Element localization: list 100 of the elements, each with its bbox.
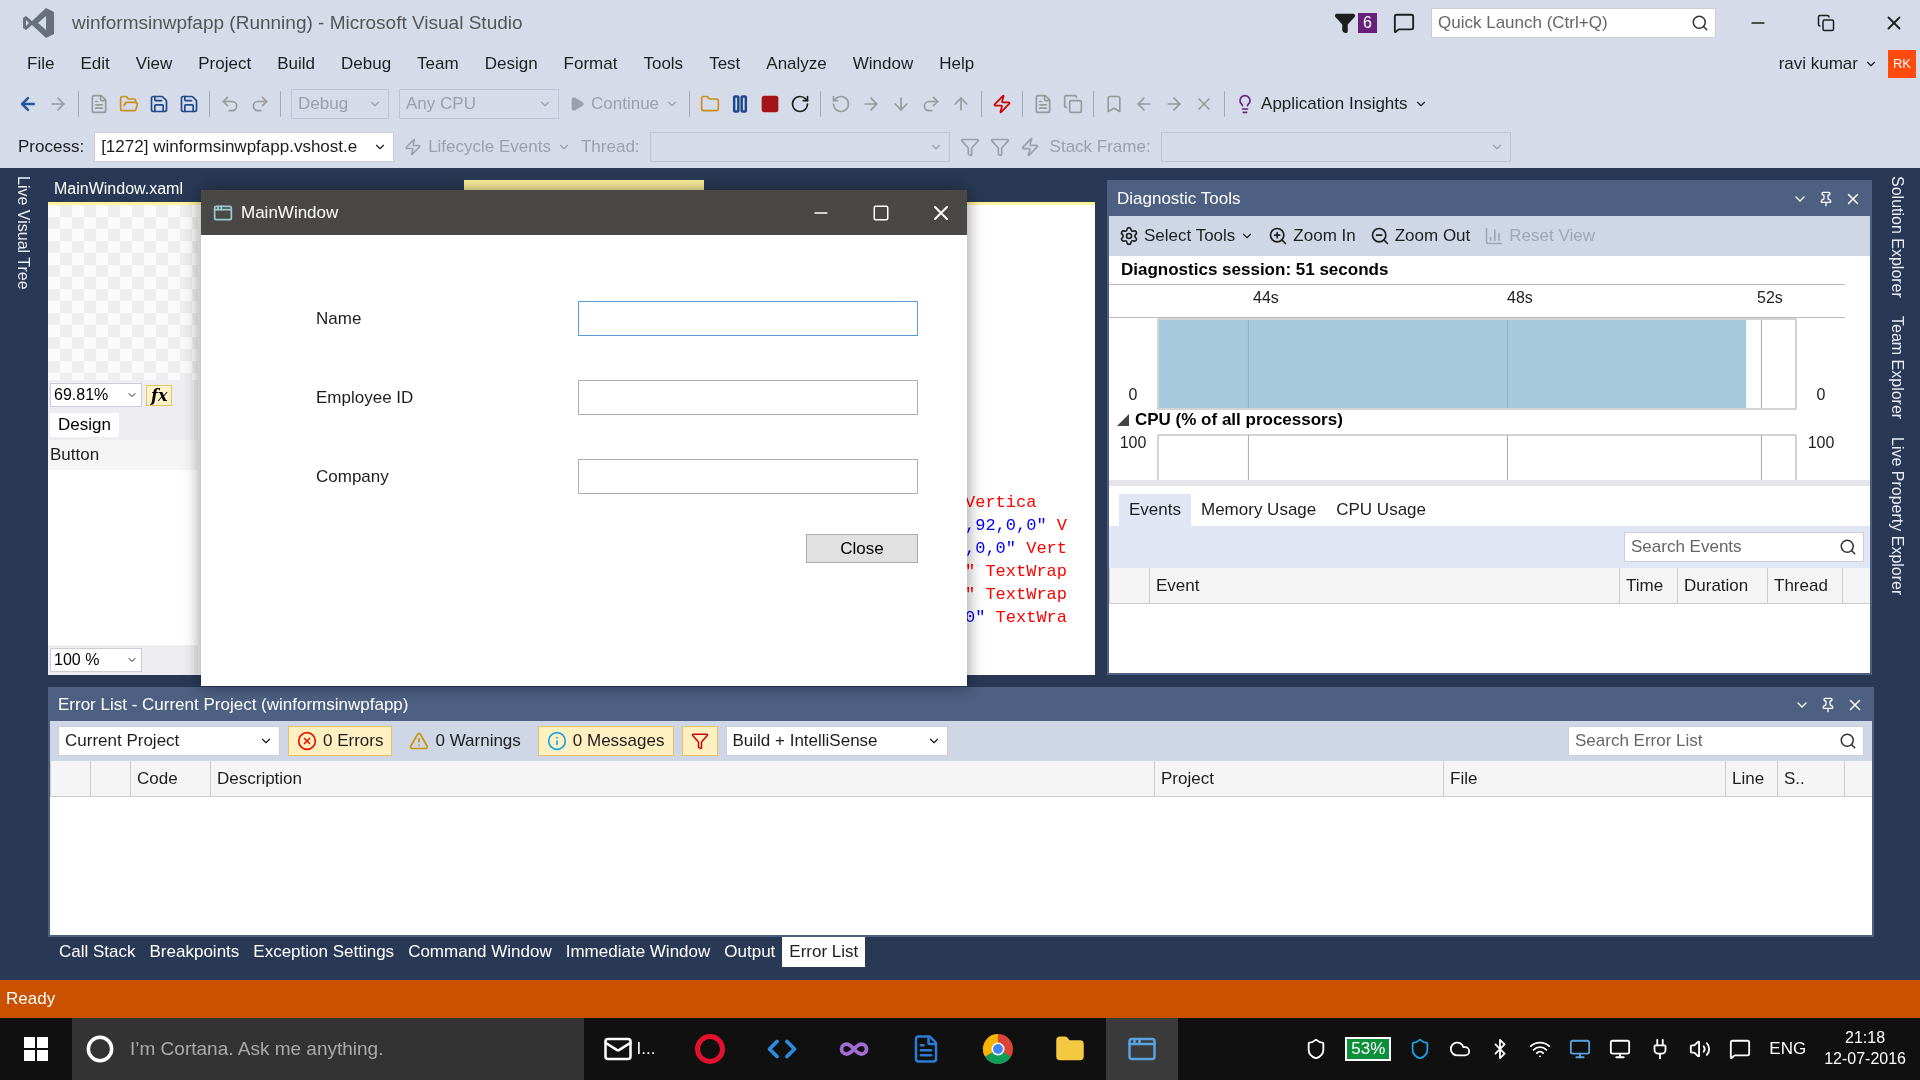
filter-toggle-button[interactable]: 0 Messages (537, 726, 674, 756)
scope-dropdown[interactable]: Current Project (58, 726, 280, 756)
column-header[interactable]: S.. (1777, 761, 1844, 796)
quick-launch-field[interactable]: Quick Launch (Ctrl+Q) (1431, 7, 1716, 38)
column-header[interactable]: Line (1725, 761, 1777, 796)
search-icon (1839, 732, 1857, 750)
info-icon (546, 731, 567, 751)
tool-window-tab[interactable]: Call Stack (52, 937, 143, 967)
axis-label: 0 (1815, 386, 1827, 405)
diagnostic-tool-button[interactable]: Select Tools (1119, 226, 1255, 246)
field-label: Name (316, 308, 363, 329)
pin-icon[interactable] (1818, 191, 1834, 207)
restore-icon[interactable] (1817, 13, 1835, 32)
process-dropdown[interactable]: [1272] winformsinwpfapp.vshost.e (94, 131, 395, 162)
column-header[interactable]: Code (130, 761, 210, 796)
side-tab[interactable]: Live Visual Tree (13, 176, 32, 290)
settings-icon (1119, 226, 1139, 246)
tool-window-tab[interactable]: Error List (782, 937, 866, 967)
bar-chart-icon (1484, 226, 1505, 246)
ring-icon[interactable] (695, 1034, 725, 1064)
input-field[interactable] (578, 459, 918, 494)
tool-window-tab[interactable]: Breakpoints (142, 937, 247, 967)
search-events-field[interactable]: Search Events (1624, 532, 1864, 562)
panel-title: Diagnostic Tools (1117, 189, 1242, 209)
filter-toggle-button[interactable]: 0 Warnings (400, 726, 530, 756)
restart-icon[interactable] (790, 93, 811, 114)
collapse-icon[interactable] (1117, 414, 1129, 426)
side-tab[interactable]: Solution Explorer (1888, 176, 1906, 298)
save-icon[interactable] (149, 93, 169, 114)
menu-item[interactable]: Format (550, 53, 631, 74)
timeline-tick: 48s (1507, 289, 1533, 307)
column-header[interactable]: Description (210, 761, 1154, 796)
volume-icon[interactable] (1689, 1038, 1712, 1060)
side-tab[interactable]: Live Property Explorer (1888, 437, 1906, 596)
monitor-icon[interactable] (1569, 1038, 1592, 1060)
diagnostic-tool-button[interactable]: Zoom Out (1369, 226, 1471, 246)
side-tab[interactable]: Team Explorer (1888, 315, 1906, 419)
menu-item[interactable]: Debug (328, 53, 405, 74)
clock-date[interactable]: 12-07-2016 (1824, 1049, 1906, 1070)
save-all-icon[interactable] (179, 93, 199, 114)
menu-item[interactable]: Test (696, 53, 754, 74)
code-zoom-dropdown[interactable]: 100 % (50, 648, 142, 672)
zoom-dropdown[interactable]: 69.81% (50, 383, 142, 407)
column-header[interactable]: Event (1149, 568, 1619, 603)
monitor-icon[interactable] (1609, 1038, 1632, 1060)
column-header[interactable]: File (1443, 761, 1725, 796)
notification-count[interactable]: 6 (1358, 12, 1377, 33)
notifications-icon[interactable] (1729, 1038, 1752, 1060)
lightning-icon[interactable] (992, 93, 1013, 114)
clear-filter-button[interactable] (681, 726, 718, 756)
input-field[interactable] (578, 301, 918, 336)
clock-time[interactable]: 21:18 (1845, 1028, 1886, 1049)
panel-title: Error List - Current Project (winformsinwpfapp) (58, 695, 410, 715)
menu-item[interactable]: Edit (67, 53, 123, 74)
menu-item[interactable]: View (122, 53, 186, 74)
tool-window-tab[interactable]: Command Window (401, 937, 559, 967)
stop-icon[interactable] (760, 93, 781, 114)
column-header[interactable]: Time (1619, 568, 1677, 603)
menu-item[interactable]: Tools (630, 53, 697, 74)
windows-logo-icon[interactable] (24, 1037, 48, 1061)
feedback-icon[interactable] (1393, 11, 1415, 34)
tool-window-tab[interactable]: Exception Settings (246, 937, 402, 967)
diagnostic-tool-button[interactable]: Zoom In (1268, 226, 1356, 246)
cortana-search-bar[interactable]: I’m Cortana. Ask me anything. (72, 1018, 584, 1080)
fx-button[interactable]: fx (146, 384, 173, 406)
battery-indicator[interactable]: 53% (1345, 1037, 1392, 1061)
cortana-icon[interactable] (86, 1035, 114, 1063)
menu-item[interactable]: Design (471, 53, 551, 74)
menu-item[interactable]: Help (926, 53, 988, 74)
column-header[interactable]: Project (1154, 761, 1443, 796)
column-header[interactable]: Duration (1677, 568, 1767, 603)
input-field[interactable] (578, 380, 918, 415)
source-dropdown[interactable]: Build + IntelliSense (725, 726, 948, 756)
pin-icon[interactable] (1820, 697, 1836, 713)
field-label: Employee ID (316, 387, 415, 408)
diagnostics-tab[interactable]: Events (1119, 494, 1191, 526)
maximize-icon[interactable] (872, 203, 890, 222)
filter-toggle-button[interactable]: 0 Errors (288, 726, 393, 756)
menu-item[interactable]: Team (404, 53, 472, 74)
design-tab[interactable]: Design (50, 413, 119, 437)
code-line: ,0,0" Vert (965, 539, 1069, 558)
dialog-title: MainWindow (241, 202, 340, 223)
cortana-search-field[interactable]: I’m Cortana. Ask me anything. (128, 1037, 570, 1061)
tool-window-tab[interactable]: Output (717, 937, 783, 967)
account-name[interactable]: ravi kumar (1778, 53, 1878, 74)
tool-window-tab[interactable]: Immediate Window (558, 937, 718, 967)
close-button[interactable]: Close (806, 534, 918, 563)
menu-item[interactable]: Build (264, 53, 328, 74)
menu-item[interactable]: File (14, 53, 68, 74)
menu-item[interactable]: Window (839, 53, 927, 74)
menu-item[interactable]: Analyze (753, 53, 840, 74)
wheel-icon[interactable] (982, 1033, 1014, 1065)
column-header[interactable]: Thread (1767, 568, 1842, 603)
search-error-list-field[interactable]: Search Error List (1568, 726, 1864, 756)
cpu-section-title[interactable]: CPU (% of all processors) (1135, 410, 1343, 430)
insights-button[interactable]: Application Insights (1235, 93, 1428, 114)
menu-item[interactable]: Project (185, 53, 265, 74)
filter-icon[interactable] (1334, 11, 1357, 34)
language-indicator[interactable]: ENG (1769, 1039, 1807, 1059)
document-tab[interactable]: MainWindow.xaml (48, 180, 189, 202)
